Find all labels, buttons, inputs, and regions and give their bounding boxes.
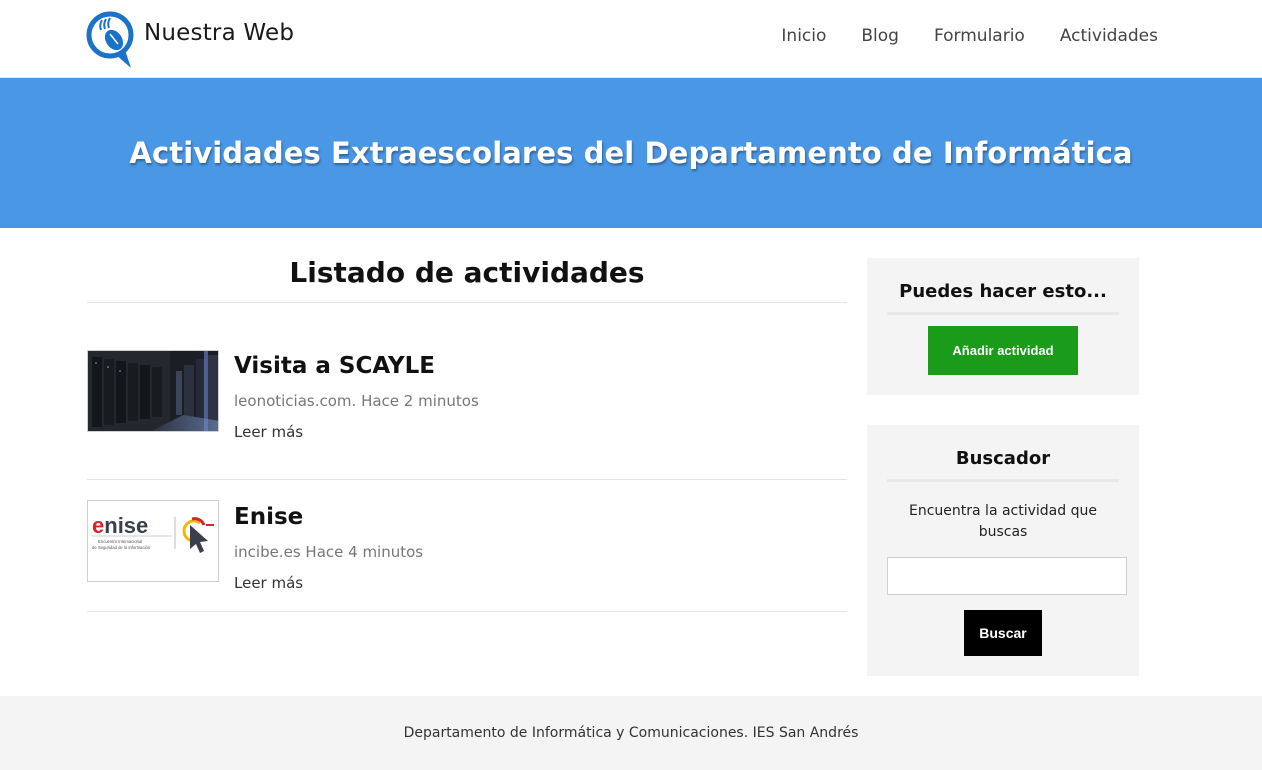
hero-banner: Actividades Extraescolares del Departame… <box>0 78 1262 228</box>
nav-inicio[interactable]: Inicio <box>781 26 826 46</box>
site-footer: Departamento de Informática y Comunicaci… <box>0 696 1262 770</box>
actions-title: Puedes hacer esto... <box>887 258 1119 315</box>
activity-list: Listado de actividades Visita a SCAYLE l… <box>87 256 847 612</box>
nav-actividades[interactable]: Actividades <box>1060 26 1158 46</box>
read-more-link[interactable]: Leer más <box>234 423 303 441</box>
read-more-link[interactable]: Leer más <box>234 574 303 592</box>
hero-title: Actividades Extraescolares del Departame… <box>129 136 1133 170</box>
search-help-text: Encuentra la actividad que buscas <box>909 503 1097 540</box>
enise-logo-image: enise Encuentro Internacional de Segurid… <box>92 513 214 553</box>
enise-caption-line-2: de Seguridad de la Información <box>92 545 151 550</box>
server-room-image <box>88 351 218 431</box>
activity-title[interactable]: Visita a SCAYLE <box>234 353 435 379</box>
footer-text: Departamento de Informática y Comunicaci… <box>403 725 859 741</box>
nav-formulario[interactable]: Formulario <box>934 26 1025 46</box>
activity-thumbnail[interactable]: enise Encuentro Internacional de Segurid… <box>87 500 219 582</box>
activity-title[interactable]: Enise <box>234 504 303 530</box>
activity-meta: incibe.es Hace 4 minutos <box>234 543 424 561</box>
search-button[interactable]: Buscar <box>964 610 1042 656</box>
enise-logo-text: enise <box>92 513 148 538</box>
list-title: Listado de actividades <box>87 256 847 303</box>
brand-name[interactable]: Nuestra Web <box>144 20 294 46</box>
site-header: Nuestra Web Inicio Blog Formulario Activ… <box>0 0 1262 78</box>
chat-mouse-logo-icon[interactable] <box>85 10 137 70</box>
search-panel: Buscador Encuentra la actividad que busc… <box>867 425 1139 676</box>
enise-caption-line-1: Encuentro Internacional <box>98 539 142 544</box>
search-title: Buscador <box>887 425 1119 482</box>
main-nav: Inicio Blog Formulario Actividades <box>781 26 1158 46</box>
add-activity-button[interactable]: Añadir actividad <box>928 326 1078 375</box>
search-input[interactable] <box>887 557 1127 595</box>
actions-panel: Puedes hacer esto... Añadir actividad <box>867 258 1139 395</box>
activity-thumbnail[interactable] <box>87 350 219 432</box>
activity-item: enise Encuentro Internacional de Segurid… <box>87 480 847 612</box>
nav-blog[interactable]: Blog <box>861 26 899 46</box>
activity-item: Visita a SCAYLE leonoticias.com. Hace 2 … <box>87 348 847 480</box>
activity-meta: leonoticias.com. Hace 2 minutos <box>234 392 479 410</box>
